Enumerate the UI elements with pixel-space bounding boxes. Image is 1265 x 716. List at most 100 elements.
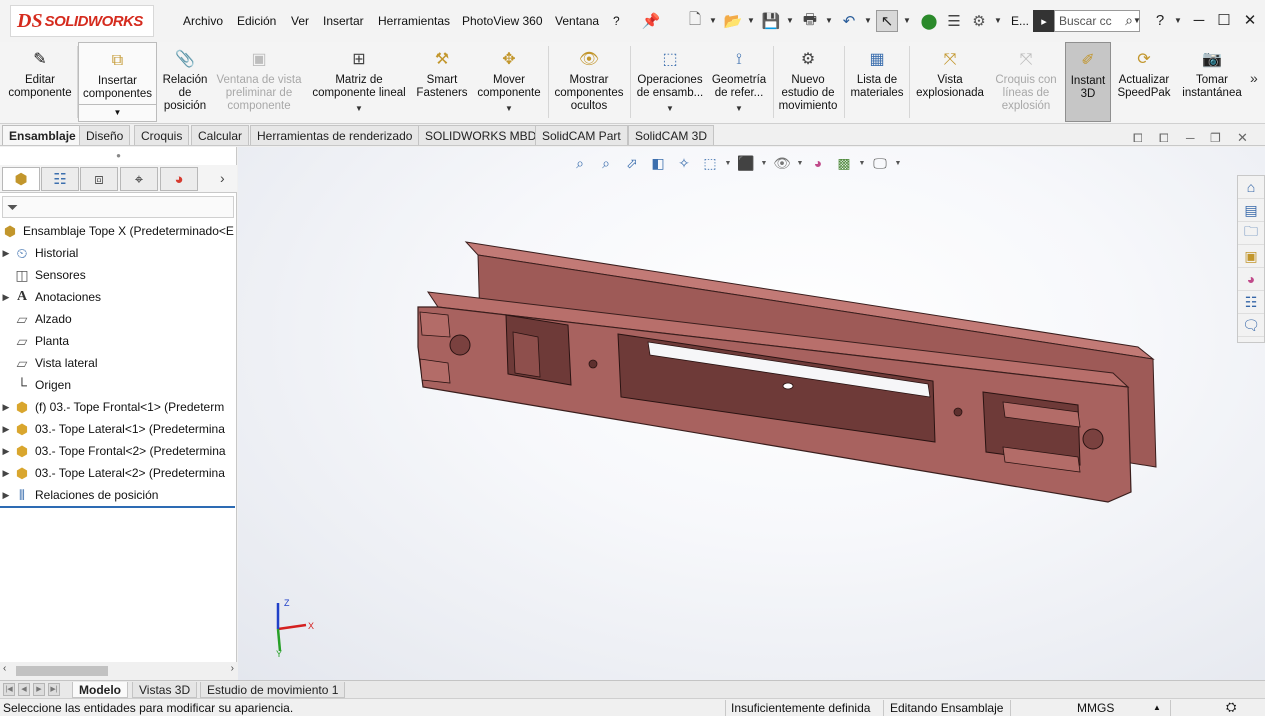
first-tab-nav-icon[interactable]: |◀ [3, 683, 15, 696]
tab-render-tools[interactable]: Herramientas de renderizado [250, 125, 420, 145]
custom-properties-icon[interactable]: ☷ [1238, 291, 1264, 314]
more-commands-chevron-icon[interactable]: » [1250, 70, 1258, 86]
move-component-button[interactable]: ✥ Mover componente ▼ [474, 42, 544, 122]
reference-geometry-button[interactable]: ⟟ Geometría de refer... ▼ [709, 42, 769, 122]
view-palette-icon[interactable]: ▣ [1238, 245, 1264, 268]
solidworks-resources-home-icon[interactable]: ⌂ [1238, 176, 1264, 199]
component-preview-button[interactable]: ▣ Ventana de vista preliminar de component… [213, 42, 305, 122]
last-tab-nav-icon[interactable]: ▶| [48, 683, 60, 696]
new-dropdown-arrow[interactable]: ▼ [709, 16, 717, 25]
command-search-icon[interactable]: ▸ [1033, 10, 1055, 32]
expand-arrow-icon[interactable]: ▶ [0, 446, 12, 457]
scroll-thumb[interactable] [16, 666, 108, 676]
tab-vistas-3d[interactable]: Vistas 3D [132, 682, 198, 698]
linear-pattern-dropdown[interactable]: ▼ [355, 102, 363, 115]
new-motion-study-button[interactable]: ⚙ Nuevo estudio de movimiento [775, 42, 841, 122]
propertymanager-tab-icon[interactable]: ☷ [41, 167, 79, 191]
pin-icon[interactable]: 📌 [640, 10, 662, 32]
help-icon[interactable]: ? [1149, 10, 1171, 32]
tab-modelo[interactable]: Modelo [72, 682, 128, 698]
tree-filter[interactable]: ⏷ [2, 196, 234, 218]
linear-pattern-button[interactable]: ⊞ Matriz de componente lineal ▼ [308, 42, 410, 122]
document-minimize-icon[interactable]: ─ [1186, 131, 1195, 145]
select-pointer-icon[interactable]: ↖ [876, 10, 898, 32]
menu-archivo[interactable]: Archivo [183, 14, 223, 28]
units-dropdown-arrow[interactable]: ▲ [1153, 703, 1161, 712]
exploded-view-button[interactable]: ⤧ Vista explosionada [911, 42, 989, 122]
featuremanager-tab-icon[interactable]: ⬢ [2, 167, 40, 191]
dimxpert-tab-icon[interactable]: ⌖ [120, 167, 158, 191]
undo-dropdown-arrow[interactable]: ▼ [864, 16, 872, 25]
tree-horizontal-scrollbar[interactable]: ‹ › [0, 662, 237, 680]
insert-components-button[interactable]: ⧉ Insertar componentes ▼ [78, 42, 157, 122]
file-explorer-folder-icon[interactable]: 🗀 [1238, 222, 1264, 245]
document-restore-icon[interactable]: ❐ [1210, 131, 1221, 145]
appearances-scenes-icon[interactable]: ◕ [1238, 268, 1264, 291]
document-tile-left-icon[interactable]: ⧠ [1133, 131, 1143, 146]
tree-item-tope-lateral-2[interactable]: ▶ ⬢ 03.- Tope Lateral<2> (Predetermina [0, 462, 237, 484]
tree-item-tope-frontal-2[interactable]: ▶ ⬢ 03.- Tope Frontal<2> (Predetermina [0, 440, 237, 462]
reference-geometry-dropdown[interactable]: ▼ [735, 102, 743, 115]
forum-icon[interactable]: 🗨 [1238, 314, 1264, 337]
help-dropdown-arrow[interactable]: ▼ [1174, 16, 1182, 25]
undo-icon[interactable]: ↶ [838, 10, 860, 32]
tab-diseno[interactable]: Diseño [79, 125, 131, 145]
graphics-area[interactable]: ⌕ ⌕ ⬀ ◧ ✧ ⬚ ▼ ⬛ ▼ 👁 ▼ ◕ ▩ ▼ 🖵 ▼ ⌂ ▤ 🗀 ▣ … [238, 147, 1265, 680]
save-icon[interactable]: 💾 [760, 10, 782, 32]
insert-components-dropdown[interactable]: ▼ [79, 104, 156, 120]
assembly-features-dropdown[interactable]: ▼ [666, 102, 674, 115]
tree-root-assembly[interactable]: ⬢ Ensamblaje Tope X (Predeterminado<E [0, 220, 237, 242]
document-tile-right-icon[interactable]: ⧠ [1159, 131, 1169, 146]
assembly-model[interactable] [238, 147, 1265, 680]
displaymanager-tab-icon[interactable]: ◕ [160, 167, 198, 191]
search-input[interactable]: Buscar cc ⌕ [1054, 10, 1140, 32]
tope-x-part-body[interactable] [417, 241, 1157, 503]
mate-button[interactable]: 📎 Relación de posición [159, 42, 211, 122]
filter-funnel-icon[interactable]: ⏷ [7, 199, 18, 215]
solidworks-logo[interactable]: DS SOLIDWORKS [10, 5, 154, 37]
edit-component-button[interactable]: ✎ Editar componente [4, 42, 76, 122]
file-properties-icon[interactable]: ☰ [943, 10, 965, 32]
magnifier-icon[interactable]: ⌕ [1125, 12, 1133, 29]
save-dropdown-arrow[interactable]: ▼ [786, 16, 794, 25]
tree-item-historial[interactable]: ▶ ⏲ Historial [0, 242, 237, 264]
expand-arrow-icon[interactable]: ▶ [0, 490, 12, 501]
show-hidden-components-button[interactable]: 👁 Mostrar componentes ocultos [550, 42, 628, 122]
prev-tab-nav-icon[interactable]: ◀ [18, 683, 30, 696]
tab-mbd[interactable]: SOLIDWORKS MBD [418, 125, 544, 145]
scroll-left-icon[interactable]: ‹ [3, 663, 6, 674]
rebuild-traffic-light-icon[interactable]: ⬤ [918, 10, 940, 32]
scroll-right-icon[interactable]: › [231, 663, 234, 674]
close-icon[interactable]: ✕ [1239, 10, 1261, 32]
smart-fasteners-button[interactable]: ⚒ Smart Fasteners [413, 42, 471, 122]
panel-grip[interactable]: ● [0, 147, 237, 164]
expand-arrow-icon[interactable]: ▶ [0, 402, 12, 413]
take-snapshot-button[interactable]: 📷 Tomar instantánea [1178, 42, 1246, 122]
tab-solidcam-part[interactable]: SolidCAM Part [535, 125, 628, 145]
options-dropdown-arrow[interactable]: ▼ [994, 16, 1002, 25]
next-tab-nav-icon[interactable]: ▶ [33, 683, 45, 696]
assembly-features-button[interactable]: ⬚ Operaciones de ensamb... ▼ [632, 42, 708, 122]
menu-ver[interactable]: Ver [291, 14, 309, 28]
tree-item-sensores[interactable]: ◫ Sensores [0, 264, 237, 286]
tree-item-planta[interactable]: ▱ Planta [0, 330, 237, 352]
expand-arrow-icon[interactable]: ▶ [0, 424, 12, 435]
expand-arrow-icon[interactable]: ▶ [0, 292, 12, 303]
menu-herramientas[interactable]: Herramientas [378, 14, 450, 28]
move-component-dropdown[interactable]: ▼ [505, 102, 513, 115]
configurationmanager-tab-icon[interactable]: ⧈ [80, 167, 118, 191]
status-units[interactable]: MMGS [1077, 701, 1114, 715]
tree-item-relaciones[interactable]: ▶ ⫴ Relaciones de posición [0, 484, 237, 506]
expand-arrow-icon[interactable]: ▶ [0, 468, 12, 479]
tab-motion-study[interactable]: Estudio de movimiento 1 [200, 682, 346, 698]
tree-item-tope-lateral-1[interactable]: ▶ ⬢ 03.- Tope Lateral<1> (Predetermina [0, 418, 237, 440]
menu-edicion[interactable]: Edición [237, 14, 276, 28]
expand-arrow-icon[interactable]: ▶ [0, 248, 12, 259]
tab-ensamblaje[interactable]: Ensamblaje [2, 125, 83, 145]
open-folder-icon[interactable]: 📂 [722, 10, 744, 32]
maximize-icon[interactable]: ☐ [1213, 10, 1235, 32]
tab-croquis[interactable]: Croquis [134, 125, 190, 145]
toolbar-overflow[interactable]: E... [1011, 14, 1029, 28]
tree-item-anotaciones[interactable]: ▶ A Anotaciones [0, 286, 237, 308]
tree-item-origen[interactable]: └ Origen [0, 374, 237, 396]
